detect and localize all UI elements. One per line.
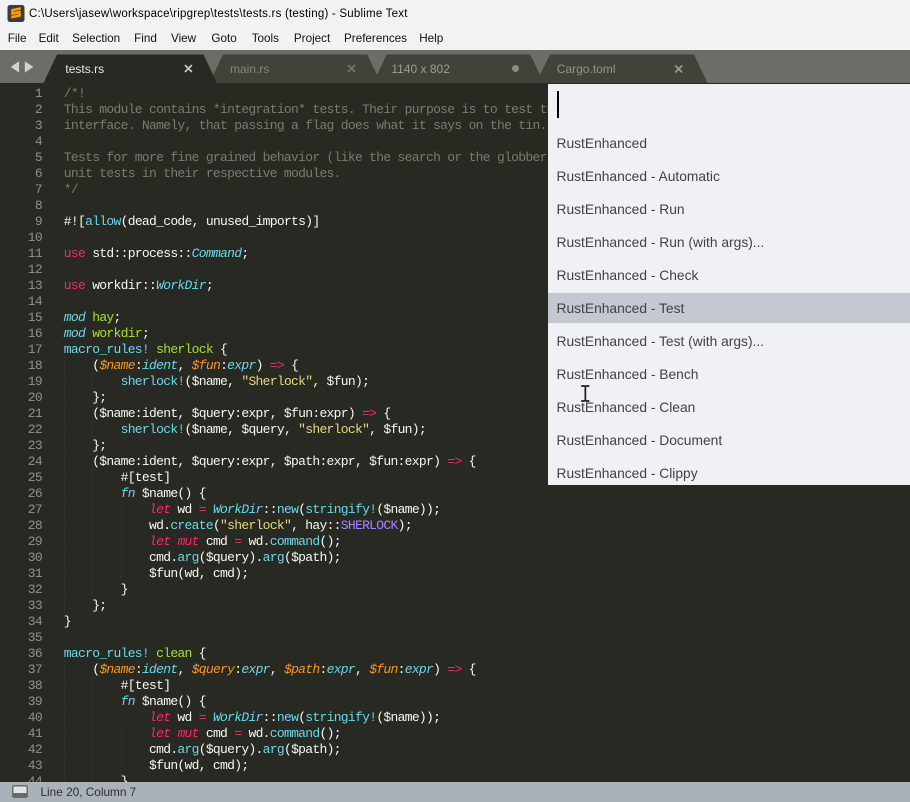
svg-text:1140 x 802: 1140 x 802	[391, 62, 450, 76]
svg-text:main.rs: main.rs	[230, 62, 269, 76]
svg-text:tests.rs: tests.rs	[65, 62, 104, 76]
svg-text:Cargo.toml: Cargo.toml	[557, 62, 616, 76]
